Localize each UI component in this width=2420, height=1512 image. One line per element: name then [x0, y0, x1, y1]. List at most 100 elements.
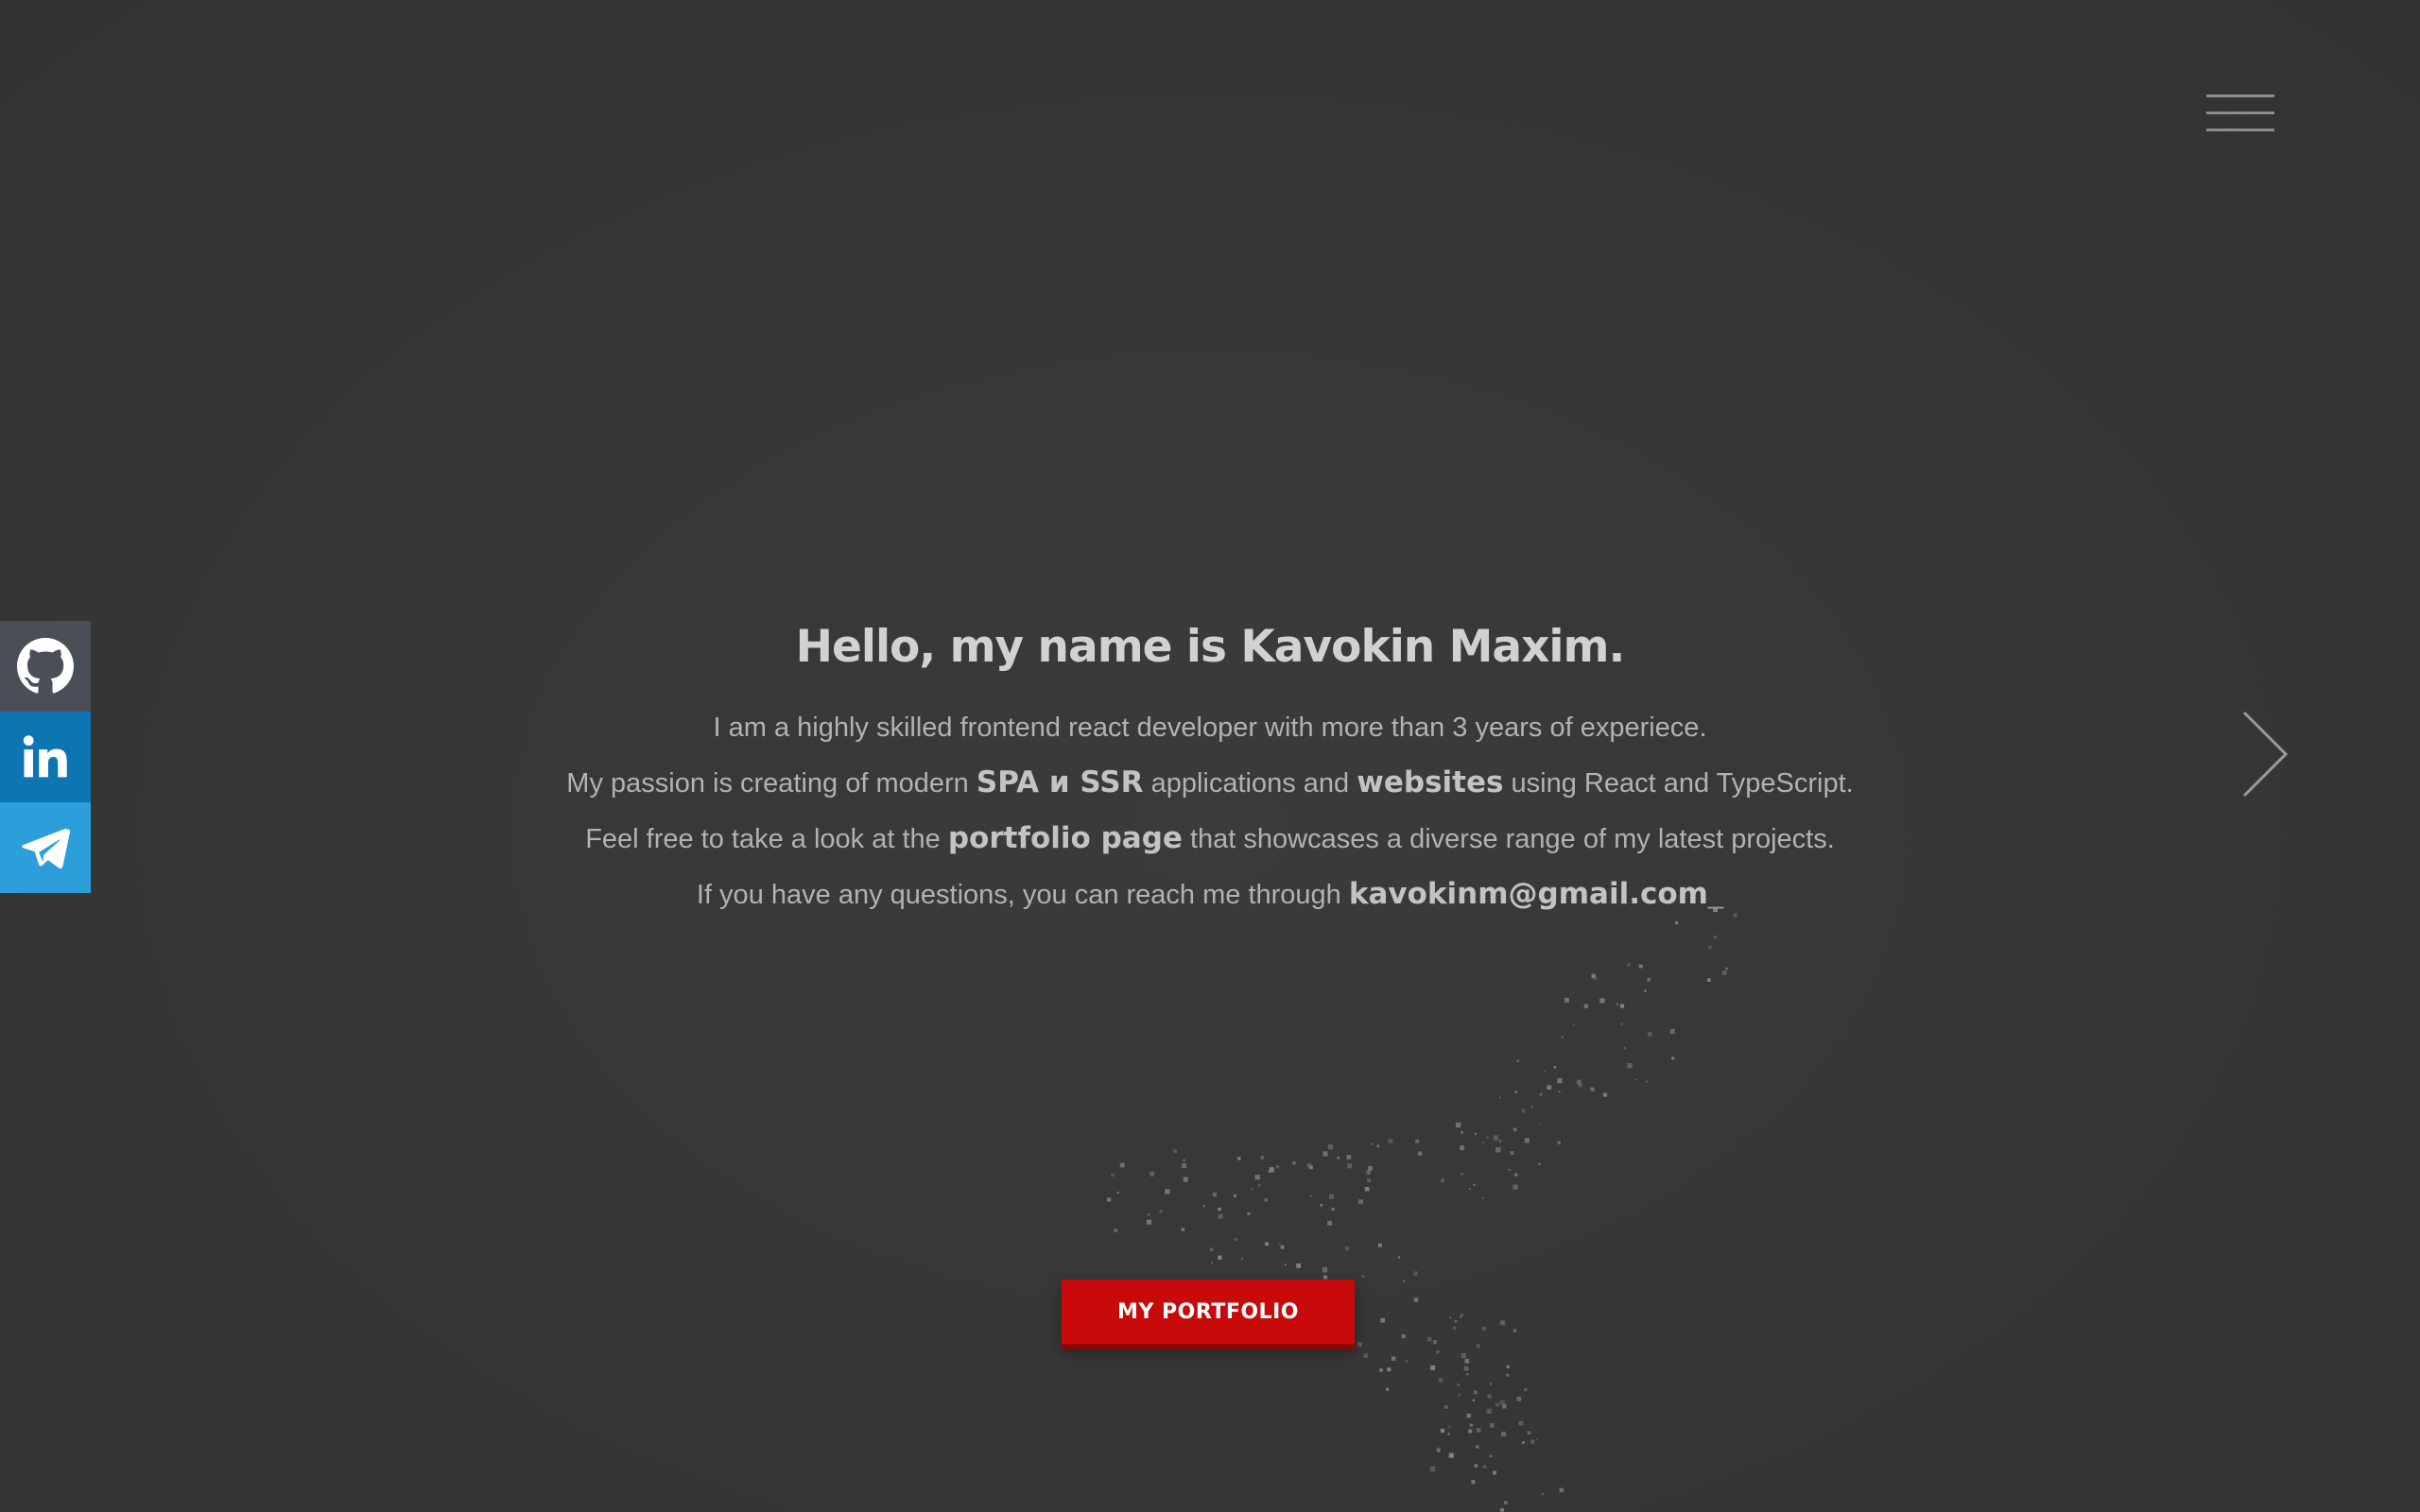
particle	[1460, 1145, 1465, 1151]
particle	[1415, 1139, 1420, 1143]
particle	[1202, 1205, 1205, 1208]
particle	[1322, 1267, 1328, 1273]
particle	[1503, 1501, 1508, 1504]
particle	[1448, 1452, 1454, 1458]
particle	[1557, 1141, 1561, 1144]
particle	[1461, 1314, 1463, 1316]
particle	[1489, 1454, 1493, 1458]
particle	[1501, 1432, 1507, 1437]
linkedin-link[interactable]	[0, 712, 91, 802]
particle	[1713, 936, 1717, 939]
particle	[1397, 1256, 1401, 1259]
particle	[1620, 1022, 1623, 1025]
particle	[1233, 1194, 1236, 1197]
particle	[1212, 1193, 1217, 1197]
particle	[1182, 1163, 1187, 1169]
my-portfolio-button[interactable]: MY PORTFOLIO	[1062, 1280, 1355, 1344]
particle	[1541, 1492, 1545, 1496]
particle	[1331, 1207, 1335, 1211]
social-links	[0, 621, 91, 893]
particle	[1247, 1211, 1251, 1216]
email-link[interactable]: kavokinm@gmail.com	[1349, 877, 1708, 911]
hero-line-experience: I am a highly skilled frontend react dev…	[713, 713, 1707, 743]
particle	[1486, 1408, 1492, 1415]
linkedin-icon	[23, 735, 67, 778]
particle	[1447, 1433, 1450, 1435]
particle	[1502, 1404, 1507, 1409]
particle	[1619, 1004, 1625, 1008]
particle	[1476, 1445, 1479, 1449]
particle	[1522, 1441, 1525, 1444]
particle	[1181, 1228, 1185, 1231]
particle	[1518, 1420, 1524, 1426]
particle	[1148, 1213, 1150, 1216]
particle	[1707, 978, 1711, 982]
particle	[1493, 1470, 1496, 1475]
particle	[1461, 1173, 1464, 1176]
particle	[1388, 1138, 1393, 1143]
particle	[1599, 998, 1605, 1004]
particle	[1401, 1333, 1406, 1339]
particle	[1114, 1228, 1118, 1232]
particle	[1471, 1480, 1476, 1485]
highlight-spa-ssr: SPA и SSR	[976, 765, 1144, 799]
particle	[1210, 1262, 1213, 1264]
particle	[1476, 1428, 1481, 1433]
particle	[1464, 1358, 1470, 1364]
particle	[1671, 1057, 1675, 1060]
telegram-link[interactable]	[0, 802, 91, 893]
particle	[1499, 1140, 1502, 1143]
particle	[1347, 1163, 1353, 1169]
particle	[1500, 1320, 1505, 1326]
particle	[1500, 1507, 1504, 1512]
particle	[1466, 1373, 1469, 1376]
particle	[1583, 1004, 1588, 1008]
portfolio-page-link[interactable]: portfolio page	[948, 821, 1183, 855]
typing-cursor: _	[1707, 880, 1724, 910]
hero-line-portfolio: Feel free to take a look at the portfoli…	[585, 821, 1835, 855]
particle	[1237, 1157, 1241, 1160]
chevron-right-icon[interactable]	[2240, 709, 2291, 799]
particle	[1278, 1243, 1281, 1246]
particle	[1251, 1188, 1253, 1191]
particle	[1547, 1085, 1552, 1090]
particle	[1111, 1173, 1115, 1177]
particle	[1405, 1360, 1408, 1363]
particle	[1530, 1439, 1535, 1444]
particle	[1644, 989, 1647, 992]
particle	[1418, 1151, 1423, 1156]
particle	[1241, 1257, 1243, 1260]
particle	[1627, 963, 1631, 967]
particle	[1296, 1263, 1301, 1268]
particle	[1506, 1365, 1510, 1368]
particle	[1579, 1083, 1582, 1088]
particle	[1495, 1147, 1501, 1153]
particle	[1183, 1177, 1188, 1182]
particle	[1461, 1352, 1466, 1358]
particle	[1638, 964, 1643, 969]
particle	[1367, 1178, 1371, 1182]
particle	[1468, 1429, 1473, 1434]
particle	[1539, 1123, 1542, 1125]
particle	[1559, 1487, 1564, 1493]
particle	[1603, 1092, 1608, 1097]
particle	[1506, 1373, 1510, 1377]
github-link[interactable]	[0, 621, 91, 712]
hero-line-contact: If you have any questions, you can reach…	[696, 877, 1724, 911]
particle	[1165, 1189, 1170, 1194]
particle	[1468, 1188, 1471, 1190]
particle	[1482, 1465, 1487, 1469]
particle	[1474, 1464, 1478, 1468]
particle	[1448, 1425, 1451, 1428]
particle	[1721, 971, 1727, 975]
particle	[1366, 1170, 1371, 1175]
particle	[1346, 1155, 1352, 1160]
particle	[1539, 1092, 1543, 1096]
particle	[1309, 1165, 1313, 1170]
particle	[1429, 1466, 1436, 1472]
particle	[1361, 1275, 1365, 1279]
particle	[1380, 1317, 1385, 1323]
particle	[1489, 1383, 1492, 1385]
particle	[1218, 1255, 1222, 1260]
hamburger-menu-icon[interactable]	[2203, 91, 2276, 138]
